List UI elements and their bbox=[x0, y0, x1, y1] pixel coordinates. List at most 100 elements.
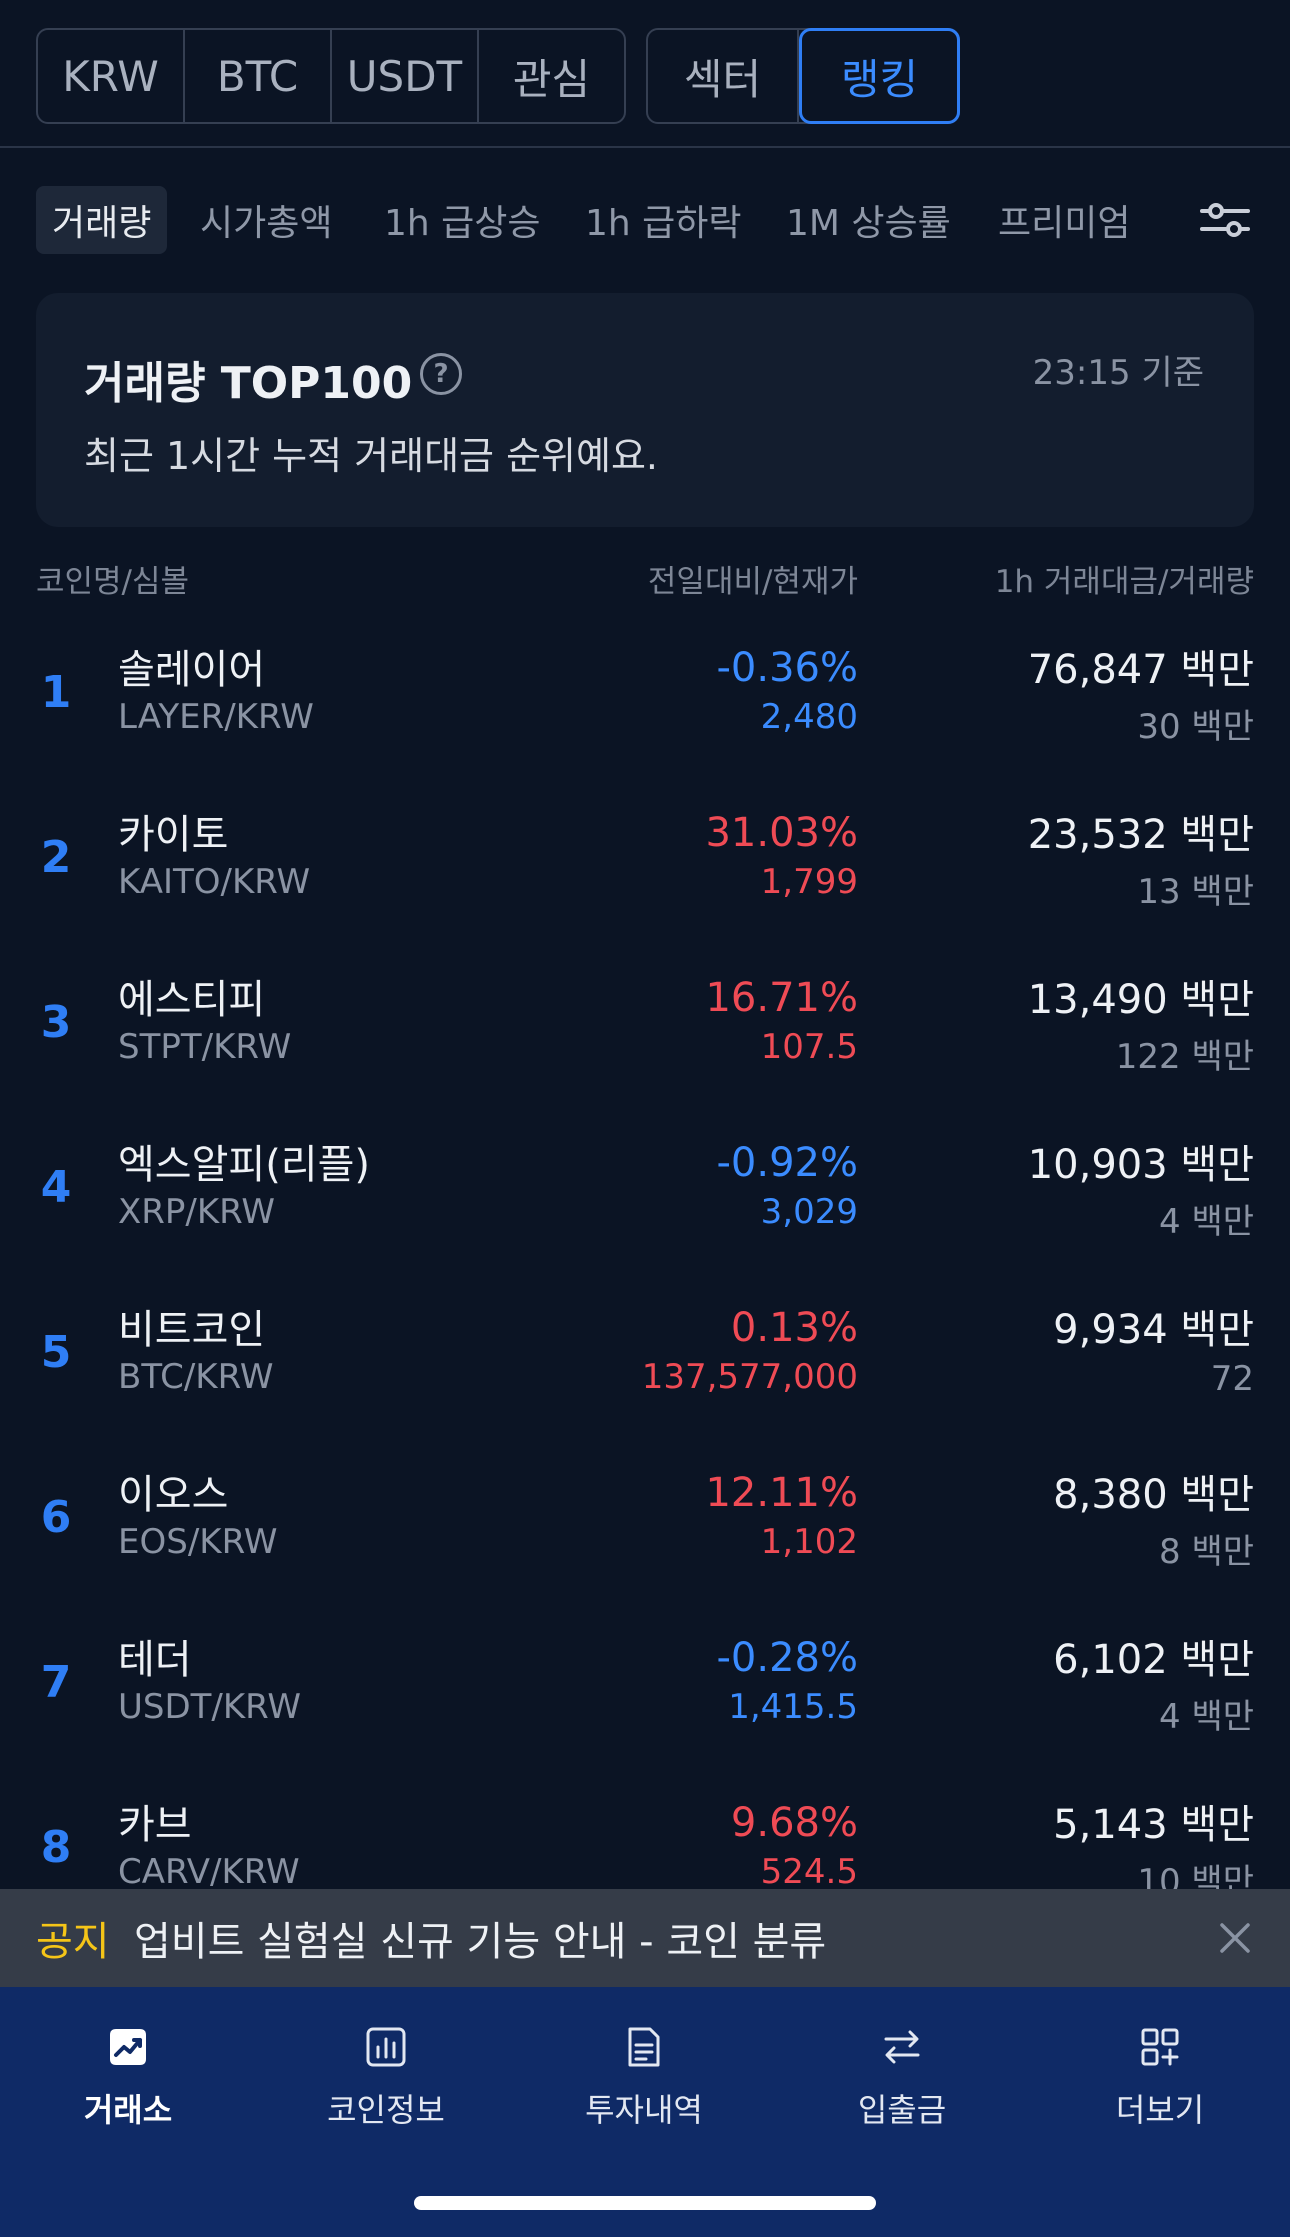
info-timestamp: 23:15 기준 bbox=[1032, 353, 1204, 393]
trade-volume: 72 bbox=[1210, 1359, 1254, 1399]
row-rank: 4 bbox=[40, 1162, 72, 1213]
change-percent: -0.36% bbox=[716, 645, 858, 691]
row-rank: 2 bbox=[40, 832, 72, 883]
bottom-tab-coin-info[interactable]: 코인정보 bbox=[286, 2023, 486, 2133]
trade-value: 6,102 백만 bbox=[1053, 1637, 1254, 1683]
document-icon bbox=[628, 2027, 660, 2067]
table-row[interactable]: 8 카브 CARV/KRW 9.68% 524.5 5,143 백만 10 백만 bbox=[0, 1780, 1290, 1890]
row-rank: 6 bbox=[40, 1492, 72, 1543]
change-percent: 9.68% bbox=[730, 1800, 858, 1846]
bottom-tab-label: 거래소 bbox=[83, 2091, 173, 2129]
row-rank: 5 bbox=[40, 1327, 72, 1378]
table-row[interactable]: 5 비트코인 BTC/KRW 0.13% 137,577,000 9,934 백… bbox=[0, 1285, 1290, 1450]
column-header-volume: 1h 거래대금/거래량 bbox=[994, 564, 1254, 600]
current-price: 107.5 bbox=[760, 1027, 858, 1067]
row-rank: 7 bbox=[40, 1657, 72, 1708]
bottom-tab-label: 코인정보 bbox=[327, 2091, 445, 2129]
change-percent: 16.71% bbox=[705, 975, 858, 1021]
info-title: 거래량 TOP100 bbox=[84, 358, 413, 409]
trade-volume: 122 백만 bbox=[1115, 1037, 1254, 1077]
current-price: 1,102 bbox=[760, 1522, 858, 1562]
change-percent: -0.28% bbox=[716, 1635, 858, 1681]
trade-volume: 8 백만 bbox=[1159, 1532, 1254, 1572]
chart-icon bbox=[366, 2027, 406, 2067]
notice-tag: 공지 bbox=[36, 1919, 110, 1965]
table-row[interactable]: 4 엑스알피(리플) XRP/KRW -0.92% 3,029 10,903 백… bbox=[0, 1120, 1290, 1285]
bottom-tab-deposit-withdraw[interactable]: 입출금 bbox=[802, 2023, 1002, 2133]
coin-name: 솔레이어 bbox=[118, 647, 266, 693]
change-percent: 31.03% bbox=[705, 810, 858, 856]
coin-name: 엑스알피(리플) bbox=[118, 1142, 371, 1188]
coin-name: 카이토 bbox=[118, 812, 229, 858]
coin-symbol: USDT/KRW bbox=[118, 1687, 302, 1727]
table-row[interactable]: 6 이오스 EOS/KRW 12.11% 1,102 8,380 백만 8 백만 bbox=[0, 1450, 1290, 1615]
row-rank: 3 bbox=[40, 997, 72, 1048]
trade-value: 5,143 백만 bbox=[1053, 1802, 1254, 1848]
trade-volume: 4 백만 bbox=[1159, 1697, 1254, 1737]
bottom-tab-label: 입출금 bbox=[857, 2091, 947, 2129]
table-row[interactable]: 1 솔레이어 LAYER/KRW -0.36% 2,480 76,847 백만 … bbox=[0, 625, 1290, 790]
more-grid-icon bbox=[1141, 2028, 1179, 2066]
current-price: 2,480 bbox=[760, 697, 858, 737]
current-price: 524.5 bbox=[760, 1852, 858, 1890]
coin-name: 이오스 bbox=[118, 1472, 229, 1518]
market-tabs: KRW BTC USDT 관심 bbox=[36, 28, 626, 124]
change-percent: -0.92% bbox=[716, 1140, 858, 1186]
trade-value: 10,903 백만 bbox=[1027, 1142, 1254, 1188]
column-header-name: 코인명/심볼 bbox=[36, 564, 190, 600]
row-rank: 8 bbox=[40, 1822, 72, 1873]
column-header-change-price: 전일대비/현재가 bbox=[647, 564, 858, 600]
notice-text[interactable]: 업비트 실험실 신규 기능 안내 - 코인 분류 bbox=[134, 1909, 826, 1967]
bottom-tab-history[interactable]: 투자내역 bbox=[544, 2023, 744, 2133]
filter-premium[interactable]: 프리미엄 bbox=[998, 186, 1130, 254]
bottom-tab-more[interactable]: 더보기 bbox=[1060, 2023, 1260, 2133]
tab-favorites[interactable]: 관심 bbox=[479, 30, 624, 122]
tab-btc[interactable]: BTC bbox=[185, 30, 332, 122]
table-row[interactable]: 2 카이토 KAITO/KRW 31.03% 1,799 23,532 백만 1… bbox=[0, 790, 1290, 955]
transfer-icon bbox=[884, 2030, 920, 2064]
exchange-icon bbox=[110, 2029, 146, 2065]
filter-1h-surge[interactable]: 1h 급상승 bbox=[384, 186, 541, 254]
filter-market-cap[interactable]: 시가총액 bbox=[200, 186, 332, 254]
trade-value: 23,532 백만 bbox=[1027, 812, 1254, 858]
coin-symbol: LAYER/KRW bbox=[118, 697, 314, 737]
ranking-list: 1 솔레이어 LAYER/KRW -0.36% 2,480 76,847 백만 … bbox=[0, 625, 1290, 1890]
filter-volume[interactable]: 거래량 bbox=[36, 186, 168, 254]
coin-name: 에스티피 bbox=[118, 977, 266, 1023]
help-icon[interactable]: ? bbox=[420, 353, 462, 395]
bottom-tab-label: 투자내역 bbox=[585, 2091, 703, 2129]
coin-symbol: EOS/KRW bbox=[118, 1522, 278, 1562]
close-icon[interactable] bbox=[1216, 1919, 1254, 1957]
trade-value: 76,847 백만 bbox=[1027, 647, 1254, 693]
current-price: 137,577,000 bbox=[641, 1357, 858, 1397]
coin-name: 테더 bbox=[118, 1637, 192, 1683]
trade-volume: 30 백만 bbox=[1137, 707, 1254, 747]
info-description: 최근 1시간 누적 거래대금 순위예요. bbox=[84, 434, 659, 478]
coin-symbol: KAITO/KRW bbox=[118, 862, 311, 902]
tab-sector[interactable]: 섹터 bbox=[648, 30, 800, 122]
info-card: 거래량 TOP100 ? 23:15 기준 최근 1시간 누적 거래대금 순위예… bbox=[36, 293, 1254, 527]
current-price: 1,799 bbox=[760, 862, 858, 902]
table-row[interactable]: 3 에스티피 STPT/KRW 16.71% 107.5 13,490 백만 1… bbox=[0, 955, 1290, 1120]
current-price: 1,415.5 bbox=[728, 1687, 858, 1727]
notice-banner[interactable]: 공지 업비트 실험실 신규 기능 안내 - 코인 분류 bbox=[0, 1889, 1290, 1987]
tab-usdt[interactable]: USDT bbox=[332, 30, 479, 122]
coin-name: 카브 bbox=[118, 1802, 192, 1848]
top-bar: KRW BTC USDT 관심 섹터 랭킹 bbox=[0, 0, 1290, 148]
view-tabs: 섹터 랭킹 bbox=[646, 28, 960, 124]
ranking-filters: 거래량 시가총액 1h 급상승 1h 급하락 1M 상승률 프리미엄 bbox=[0, 186, 1290, 254]
table-row[interactable]: 7 테더 USDT/KRW -0.28% 1,415.5 6,102 백만 4 … bbox=[0, 1615, 1290, 1780]
filter-1m-gain[interactable]: 1M 상승률 bbox=[786, 186, 951, 254]
coin-symbol: CARV/KRW bbox=[118, 1852, 300, 1890]
tab-krw[interactable]: KRW bbox=[38, 30, 185, 122]
filter-settings-icon[interactable] bbox=[1200, 200, 1250, 240]
coin-symbol: BTC/KRW bbox=[118, 1357, 274, 1397]
trade-value: 9,934 백만 bbox=[1053, 1307, 1254, 1353]
bottom-tab-label: 더보기 bbox=[1115, 2091, 1205, 2129]
filter-1h-drop[interactable]: 1h 급하락 bbox=[585, 186, 742, 254]
trade-value: 8,380 백만 bbox=[1053, 1472, 1254, 1518]
tab-ranking[interactable]: 랭킹 bbox=[799, 28, 960, 124]
change-percent: 0.13% bbox=[730, 1305, 858, 1351]
trade-volume: 10 백만 bbox=[1137, 1862, 1254, 1890]
bottom-tab-exchange[interactable]: 거래소 bbox=[28, 2023, 228, 2133]
